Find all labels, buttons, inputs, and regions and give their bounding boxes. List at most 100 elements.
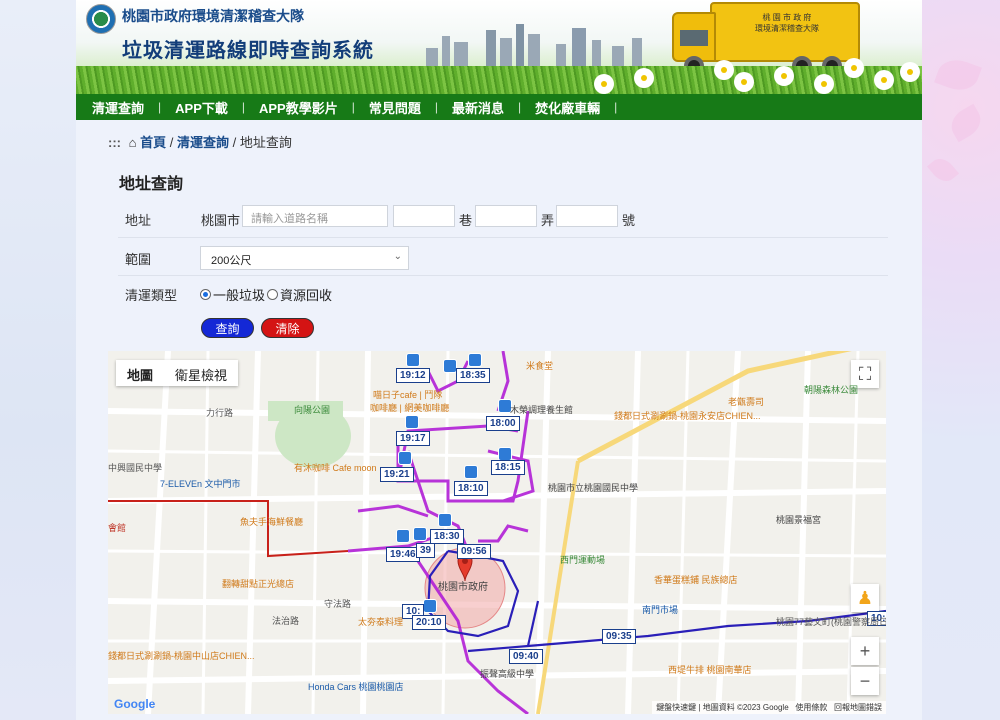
zoom-in-button[interactable]: + (851, 637, 879, 665)
right-background (920, 0, 1000, 720)
report-error-link[interactable]: 回報地圖錯誤 (834, 703, 882, 712)
poi-place: 桃園市立桃園國民中學 (548, 483, 639, 493)
map-data-label: 地圖資料 ©2023 Google (702, 703, 789, 712)
radio-recycling[interactable]: 資源回收 (267, 285, 332, 304)
poi-place: 翻轉甜點正光總店 (222, 579, 295, 589)
center-label: 桃園市政府 (438, 582, 488, 593)
breadcrumb-query[interactable]: 清運查詢 (177, 135, 229, 150)
range-select[interactable]: 200公尺 ⌄ (200, 246, 409, 270)
bin-icon[interactable] (464, 465, 478, 479)
time-label[interactable]: 18:00 (486, 416, 520, 431)
poi-place: 喵日子cafe | 鬥隊 (373, 390, 443, 400)
left-background (0, 0, 76, 720)
radio-general-waste[interactable]: 一般垃圾 (200, 285, 265, 304)
number-input[interactable] (556, 205, 618, 227)
page-container: 桃園市政府環境清潔稽查大隊 垃圾清運路線即時查詢系統 桃 園 市 政 府 環境清… (76, 0, 922, 720)
time-label[interactable]: 18:10 (454, 481, 488, 496)
query-button[interactable]: 查詢 (201, 318, 254, 338)
bin-icon[interactable] (468, 353, 482, 367)
breadcrumb-current: 地址查詢 (239, 135, 292, 150)
poi-place: 太夯泰料理 (358, 617, 404, 627)
bin-icon[interactable] (405, 415, 419, 429)
bin-icon[interactable] (498, 447, 512, 461)
time-label[interactable]: 18:35 (456, 368, 490, 383)
time-label[interactable]: 39 (416, 543, 436, 558)
system-title: 垃圾清運路線即時查詢系統 (122, 40, 374, 62)
bin-icon[interactable] (443, 359, 457, 373)
bureau-logo (86, 4, 116, 34)
bin-icon[interactable] (438, 513, 452, 527)
map-type-toggle: 地圖 衛星檢視 (116, 360, 239, 386)
street-label: 力行路 (206, 408, 234, 418)
type-label: 清運類型 (125, 288, 178, 303)
keyboard-shortcuts-link[interactable]: 鍵盤快速鍵 (656, 703, 696, 712)
zoom-out-button[interactable]: − (851, 667, 879, 695)
nav-faq[interactable]: 常見問題 (367, 98, 431, 117)
lane-label: 巷 (459, 213, 473, 228)
nav-query[interactable]: 清運查詢 (90, 98, 154, 117)
street-label: 守法路 (324, 599, 352, 609)
time-label[interactable]: 18:15 (491, 460, 525, 475)
poi-place: 7-ELEVEn 文中門市 (160, 479, 241, 489)
alley-label: 弄 (541, 213, 555, 228)
time-label[interactable]: 09:56 (457, 544, 491, 559)
poi-place: 西堤牛排 桃園南華店 (668, 665, 752, 675)
clear-button[interactable]: 清除 (261, 318, 314, 338)
bin-icon[interactable] (396, 529, 410, 543)
road-input[interactable]: 請輸入道路名稱 (242, 205, 388, 227)
time-label[interactable]: 19:21 (380, 467, 414, 482)
route-map[interactable]: 地圖 衛星檢視 ⛶ ♟ + − 19:12 18:35 18:00 19:17 … (108, 351, 886, 714)
time-label[interactable]: 19:12 (396, 368, 430, 383)
time-label[interactable]: 09:40 (509, 649, 543, 664)
bureau-name: 桃園市政府環境清潔稽查大隊 (122, 8, 304, 24)
poi-place: 咖啡廳 | 網美咖啡廳 (370, 403, 450, 413)
time-label[interactable]: 20:10 (412, 615, 446, 630)
poi-place: 有沐咖啡 Cafe moon (294, 463, 377, 473)
chevron-down-icon: ⌄ (393, 251, 402, 262)
skyline-image (416, 22, 666, 68)
bin-icon[interactable] (406, 353, 420, 367)
bin-icon[interactable] (423, 599, 437, 613)
poi-place: Honda Cars 桃園桃園店 (308, 682, 404, 692)
time-label[interactable]: 19:46 (386, 547, 420, 562)
street-label: 法治路 (272, 616, 300, 626)
poi-place: 桃園77藝文町(桃園警察局日式宿舍群) (776, 617, 886, 627)
nav-incinerator-vehicles[interactable]: 焚化廠車輛 (533, 98, 610, 117)
poi-place: 米食堂 (526, 361, 554, 371)
poi-place: 錢都日式涮涮鍋-桃園永安店CHIEN... (614, 411, 761, 421)
time-label[interactable]: 19:17 (396, 431, 430, 446)
map-attribution: 鍵盤快速鍵 | 地圖資料 ©2023 Google 使用條款 回報地圖錯誤 (652, 701, 886, 714)
poi-place: 桃園景福宮 (776, 515, 822, 525)
radio-dot-checked[interactable] (200, 289, 211, 300)
poi-place: 中興國民中學 (108, 463, 163, 473)
breadcrumb: ::: ⌂ 首頁 / 清運查詢 / 地址查詢 (108, 135, 292, 150)
pegman-icon[interactable]: ♟ (851, 584, 879, 612)
garbage-truck-image: 桃 園 市 政 府 環境清潔稽查大隊 (672, 2, 860, 76)
poi-place: 向陽公園 (294, 405, 331, 415)
bin-icon[interactable] (398, 451, 412, 465)
time-label[interactable]: 18:30 (430, 529, 464, 544)
number-label: 號 (622, 213, 636, 228)
poi-place: 朝陽森林公園 (804, 385, 859, 395)
poi-place: 振聲高級中學 (480, 669, 535, 679)
satellite-tab[interactable]: 衛星檢視 (164, 360, 238, 386)
nav-news[interactable]: 最新消息 (450, 98, 514, 117)
time-label[interactable]: 09:35 (602, 629, 636, 644)
map-tab[interactable]: 地圖 (116, 360, 164, 386)
alley-input[interactable] (475, 205, 537, 227)
home-icon: ⌂ (128, 135, 137, 150)
poi-place: 香華蛋糕鋪 民族總店 (654, 575, 738, 585)
nav-app-download[interactable]: APP下載 (173, 98, 238, 117)
main-nav: 清運查詢 | APP下載 | APP教學影片 | 常見問題 | 最新消息 | 焚化廠車輛 | (76, 94, 922, 120)
poi-place: 老甑壽司 (728, 397, 765, 407)
nav-app-tutorial[interactable]: APP教學影片 (257, 98, 348, 117)
city-label: 桃園市 (201, 213, 241, 228)
radio-dot[interactable] (267, 289, 278, 300)
page-title: 地址查詢 (119, 176, 184, 193)
header-banner: 桃園市政府環境清潔稽查大隊 垃圾清運路線即時查詢系統 桃 園 市 政 府 環境清… (76, 0, 922, 94)
bin-icon[interactable] (413, 527, 427, 541)
breadcrumb-home[interactable]: 首頁 (140, 135, 166, 150)
terms-link[interactable]: 使用條款 (795, 703, 827, 712)
range-label: 範圍 (125, 252, 152, 267)
lane-input[interactable] (393, 205, 455, 227)
